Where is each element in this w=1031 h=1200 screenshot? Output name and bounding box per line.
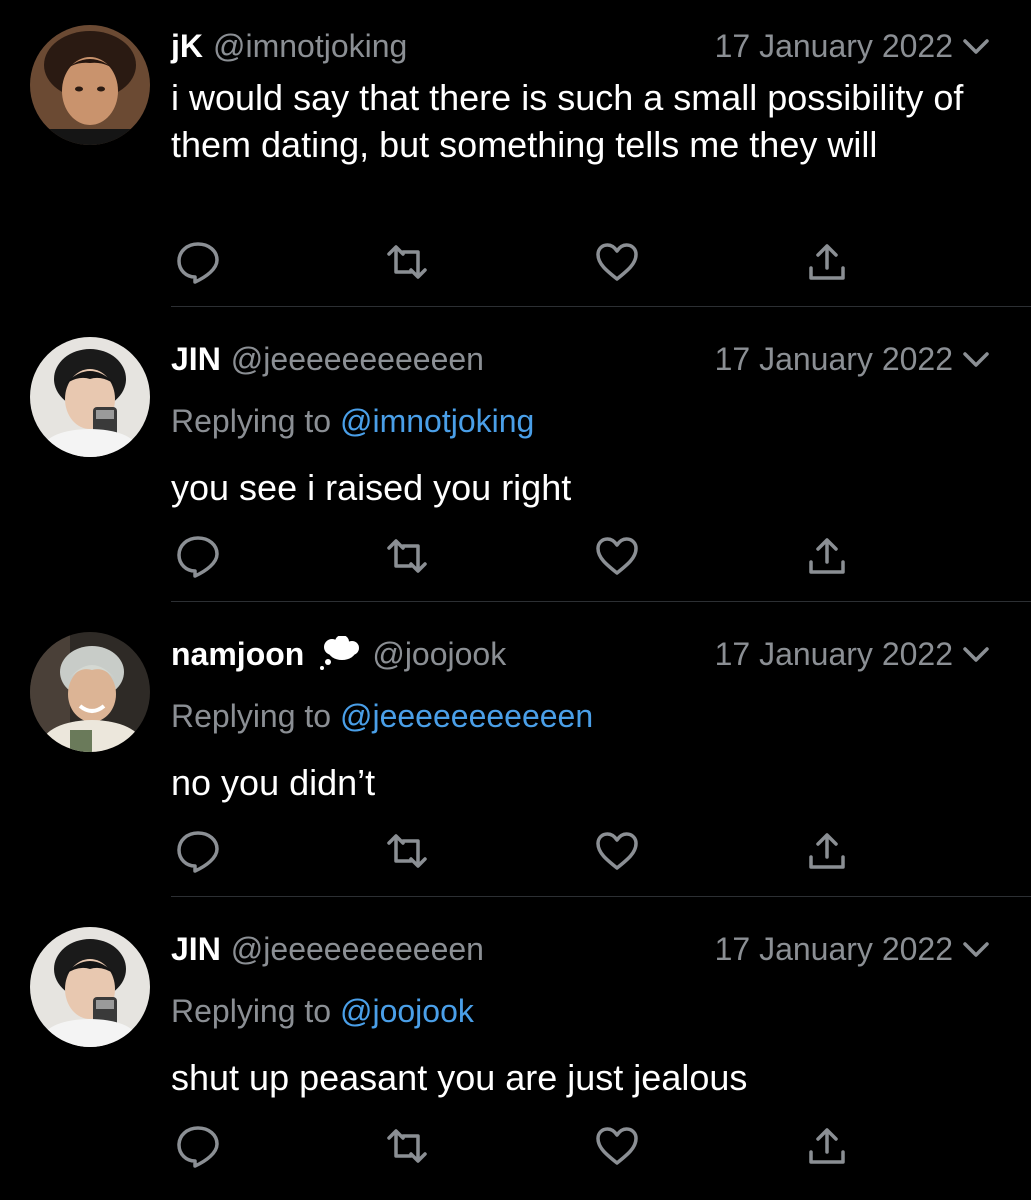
- replying-to-label: Replying to: [171, 403, 332, 439]
- avatar[interactable]: [30, 927, 150, 1047]
- reply-icon[interactable]: [176, 829, 220, 873]
- display-name[interactable]: JIN: [171, 341, 221, 378]
- replying-to: Replying to @jeeeeeeeeeeen: [171, 698, 593, 735]
- tweet-actions: [0, 829, 1031, 873]
- tweet-actions: [0, 534, 1031, 578]
- retweet-icon[interactable]: [385, 1124, 429, 1168]
- display-name[interactable]: namjoon: [171, 636, 304, 673]
- retweet-icon[interactable]: [385, 240, 429, 284]
- user-handle[interactable]: @jeeeeeeeeeeen: [231, 341, 484, 378]
- reply-icon[interactable]: [176, 1124, 220, 1168]
- share-icon[interactable]: [805, 534, 849, 578]
- tweet-thread: jK @imnotjoking 17 January 2022 i would …: [0, 0, 1031, 1200]
- tweet-date[interactable]: 17 January 2022: [715, 341, 953, 378]
- reply-icon[interactable]: [176, 240, 220, 284]
- share-icon[interactable]: [805, 829, 849, 873]
- tweet[interactable]: namjoon @joojook 17 January 2022 Replyin…: [0, 602, 1031, 897]
- share-icon[interactable]: [805, 1124, 849, 1168]
- tweet-header: jK @imnotjoking 17 January 2022: [171, 26, 991, 66]
- replying-to-label: Replying to: [171, 698, 332, 734]
- tweet[interactable]: jK @imnotjoking 17 January 2022 i would …: [0, 0, 1031, 307]
- tweet-date[interactable]: 17 January 2022: [715, 931, 953, 968]
- reply-icon[interactable]: [176, 534, 220, 578]
- thought-bubble-icon: [320, 636, 360, 670]
- mention-link[interactable]: @imnotjoking: [340, 403, 534, 439]
- chevron-down-icon[interactable]: [961, 937, 991, 961]
- like-icon[interactable]: [595, 534, 639, 578]
- tweet[interactable]: JIN @jeeeeeeeeeeen 17 January 2022 Reply…: [0, 897, 1031, 1200]
- chevron-down-icon[interactable]: [961, 642, 991, 666]
- replying-to: Replying to @imnotjoking: [171, 403, 534, 440]
- tweet-text: you see i raised you right: [171, 467, 572, 508]
- mention-link[interactable]: @joojook: [340, 993, 474, 1029]
- tweet-date[interactable]: 17 January 2022: [715, 28, 953, 65]
- like-icon[interactable]: [595, 240, 639, 284]
- mention-link[interactable]: @jeeeeeeeeeeen: [340, 698, 593, 734]
- like-icon[interactable]: [595, 829, 639, 873]
- avatar[interactable]: [30, 25, 150, 145]
- user-handle[interactable]: @jeeeeeeeeeeen: [231, 931, 484, 968]
- tweet-header: JIN @jeeeeeeeeeeen 17 January 2022: [171, 339, 991, 379]
- user-handle[interactable]: @joojook: [372, 636, 506, 673]
- chevron-down-icon[interactable]: [961, 34, 991, 58]
- avatar[interactable]: [30, 337, 150, 457]
- retweet-icon[interactable]: [385, 829, 429, 873]
- tweet-actions: [0, 1124, 1031, 1168]
- tweet-header: namjoon @joojook 17 January 2022: [171, 634, 991, 674]
- avatar[interactable]: [30, 632, 150, 752]
- chevron-down-icon[interactable]: [961, 347, 991, 371]
- replying-to: Replying to @joojook: [171, 993, 474, 1030]
- replying-to-label: Replying to: [171, 993, 332, 1029]
- display-name[interactable]: jK: [171, 28, 203, 65]
- tweet-text: shut up peasant you are just jealous: [171, 1057, 748, 1098]
- tweet-text: i would say that there is such a small p…: [171, 77, 964, 165]
- tweet-actions: [0, 240, 1031, 284]
- tweet-date[interactable]: 17 January 2022: [715, 636, 953, 673]
- share-icon[interactable]: [805, 240, 849, 284]
- like-icon[interactable]: [595, 1124, 639, 1168]
- user-handle[interactable]: @imnotjoking: [213, 28, 407, 65]
- tweet[interactable]: JIN @jeeeeeeeeeeen 17 January 2022 Reply…: [0, 307, 1031, 602]
- retweet-icon[interactable]: [385, 534, 429, 578]
- display-name[interactable]: JIN: [171, 931, 221, 968]
- tweet-text: no you didn’t: [171, 762, 376, 803]
- tweet-header: JIN @jeeeeeeeeeeen 17 January 2022: [171, 929, 991, 969]
